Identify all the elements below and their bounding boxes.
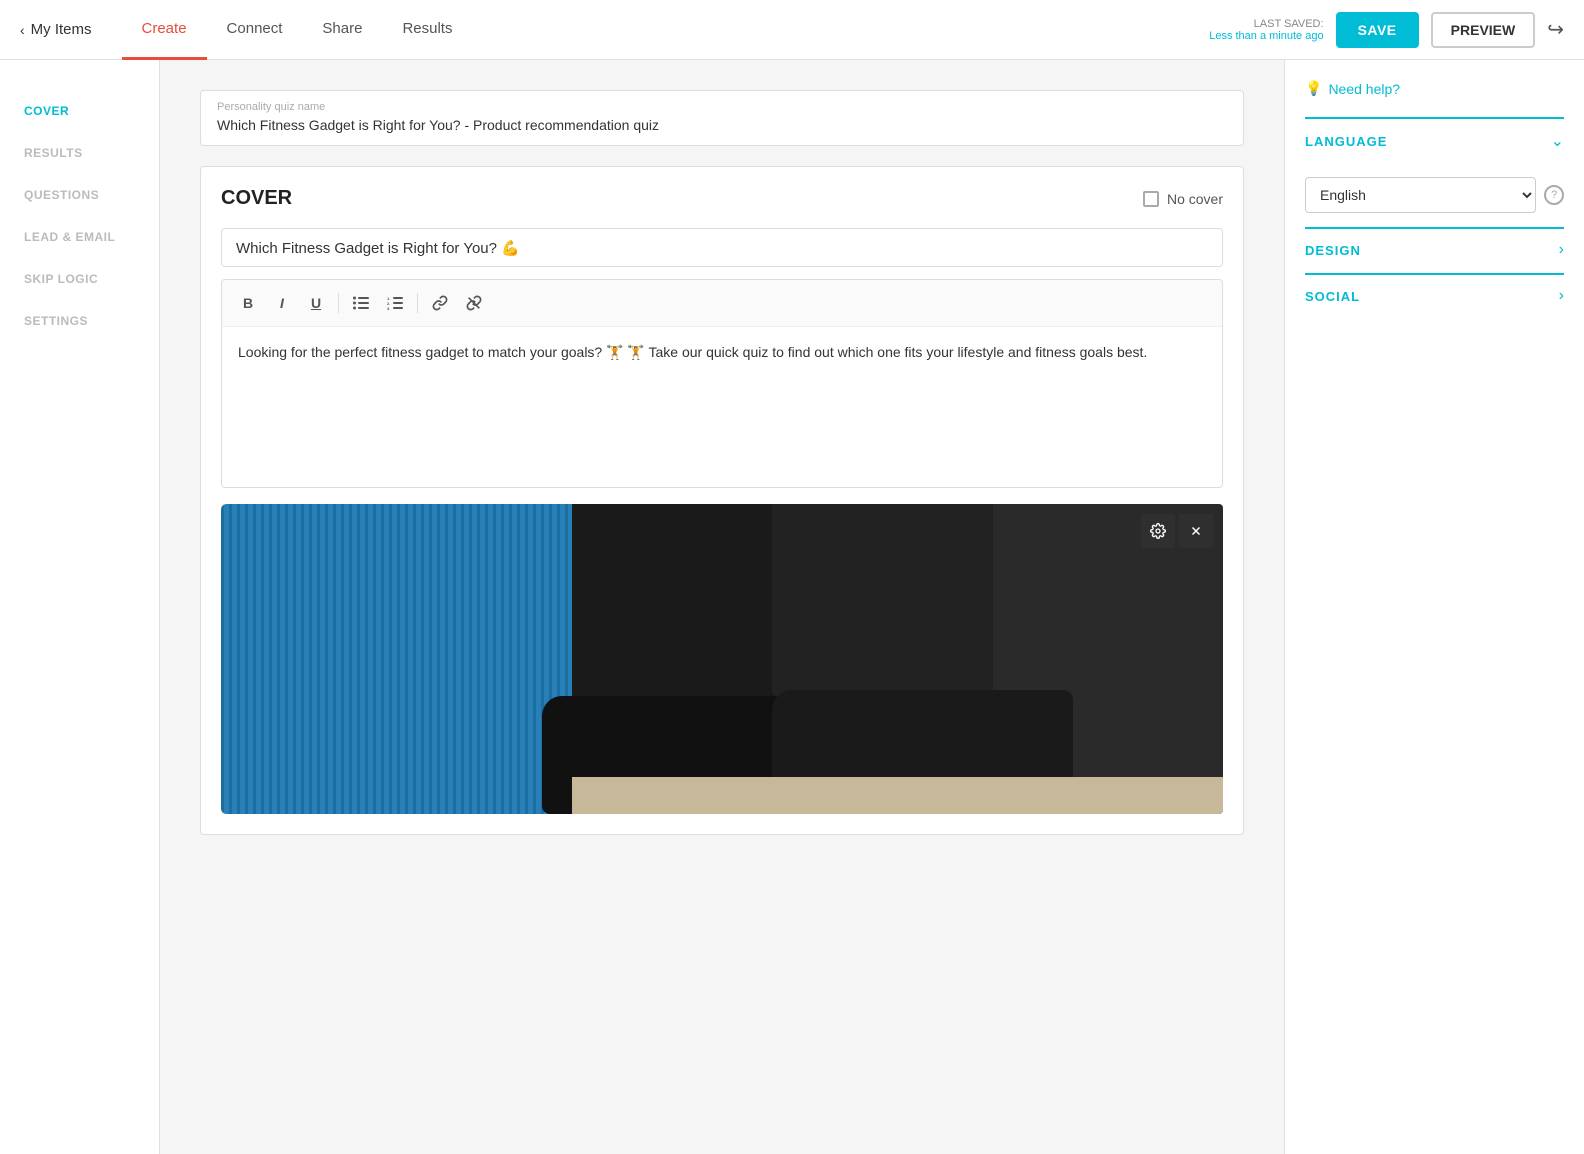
sidebar-item-cover[interactable]: COVER [0,90,159,132]
language-section: LANGUAGE ⌄ English Spanish French German… [1305,117,1564,213]
image-controls [1141,514,1213,548]
back-to-my-items[interactable]: ‹ My Items [20,21,92,38]
underline-button[interactable]: U [300,288,332,318]
design-chevron-right-icon: › [1559,241,1564,259]
language-select-wrapper: English Spanish French German Portuguese… [1305,151,1564,213]
social-section-title: SOCIAL [1305,289,1360,304]
leg-right [772,504,992,696]
no-cover-label[interactable]: No cover [1143,191,1223,207]
cover-title: COVER [221,187,292,210]
quiz-title-input[interactable] [221,228,1223,267]
social-section-header[interactable]: SOCIAL › [1305,287,1564,305]
last-saved-info: LAST SAVED: Less than a minute ago [1209,18,1323,42]
need-help[interactable]: 💡 Need help? [1305,80,1564,97]
social-chevron-right-icon: › [1559,287,1564,305]
nav-right: LAST SAVED: Less than a minute ago SAVE … [1209,12,1564,48]
language-select[interactable]: English Spanish French German Portuguese [1305,177,1536,213]
sidebar: COVER RESULTS QUESTIONS LEAD & EMAIL SKI… [0,60,160,1154]
toolbar-divider-2 [417,293,418,313]
toolbar-divider-1 [338,293,339,313]
sidebar-item-questions[interactable]: QUESTIONS [0,174,159,216]
nav-tabs: Create Connect Share Results [122,0,1210,60]
quiz-name-wrapper: Personality quiz name [200,90,1244,146]
main-content: Personality quiz name COVER No cover B I… [160,60,1284,1154]
cover-section: COVER No cover B I U [200,166,1244,835]
language-section-title: LANGUAGE [1305,134,1387,149]
bold-button[interactable]: B [232,288,264,318]
bullet-list-button[interactable] [345,288,377,318]
last-saved-label: LAST SAVED: [1209,18,1323,30]
image-settings-button[interactable] [1141,514,1175,548]
tab-create[interactable]: Create [122,0,207,60]
cursor-tool-icon[interactable]: ↪ [1547,17,1564,42]
last-saved-time: Less than a minute ago [1209,30,1323,42]
back-arrow-icon: ‹ [20,22,25,38]
language-help-icon[interactable]: ? [1544,185,1564,205]
editor-body[interactable]: Looking for the perfect fitness gadget t… [222,327,1222,487]
sidebar-item-results[interactable]: RESULTS [0,132,159,174]
sidebar-item-lead-email[interactable]: LEAD & EMAIL [0,216,159,258]
image-remove-button[interactable] [1179,514,1213,548]
quiz-name-label: Personality quiz name [217,101,1227,113]
tab-results[interactable]: Results [382,0,472,60]
preview-button[interactable]: PREVIEW [1431,12,1536,48]
save-button[interactable]: SAVE [1336,12,1419,48]
right-panel: 💡 Need help? LANGUAGE ⌄ English Spanish … [1284,60,1584,1154]
tab-connect[interactable]: Connect [207,0,303,60]
language-chevron-down-icon: ⌄ [1551,131,1564,151]
design-section: DESIGN › [1305,227,1564,259]
language-select-row: English Spanish French German Portuguese… [1305,177,1564,213]
cover-header: COVER No cover [221,187,1223,210]
sidebar-item-skip-logic[interactable]: SKIP LOGIC [0,258,159,300]
tab-share[interactable]: Share [302,0,382,60]
svg-text:3.: 3. [387,306,390,310]
social-section: SOCIAL › [1305,273,1564,305]
design-section-title: DESIGN [1305,243,1361,258]
sidebar-item-settings[interactable]: SETTINGS [0,300,159,342]
design-section-header[interactable]: DESIGN › [1305,241,1564,259]
no-cover-checkbox[interactable] [1143,191,1159,207]
editor-toolbar: B I U 1.2.3. [222,280,1222,327]
quiz-name-input[interactable] [217,117,1227,133]
link-button[interactable] [424,288,456,318]
unlink-button[interactable] [458,288,490,318]
top-nav: ‹ My Items Create Connect Share Results … [0,0,1584,60]
back-label: My Items [31,21,92,38]
numbered-list-button[interactable]: 1.2.3. [379,288,411,318]
italic-button[interactable]: I [266,288,298,318]
language-section-header[interactable]: LANGUAGE ⌄ [1305,131,1564,151]
floor [572,777,1223,814]
help-icon: 💡 [1305,80,1322,97]
cover-image-area [221,504,1223,814]
text-editor: B I U 1.2.3. [221,279,1223,488]
main-layout: COVER RESULTS QUESTIONS LEAD & EMAIL SKI… [0,60,1584,1154]
leg-left [572,504,792,706]
